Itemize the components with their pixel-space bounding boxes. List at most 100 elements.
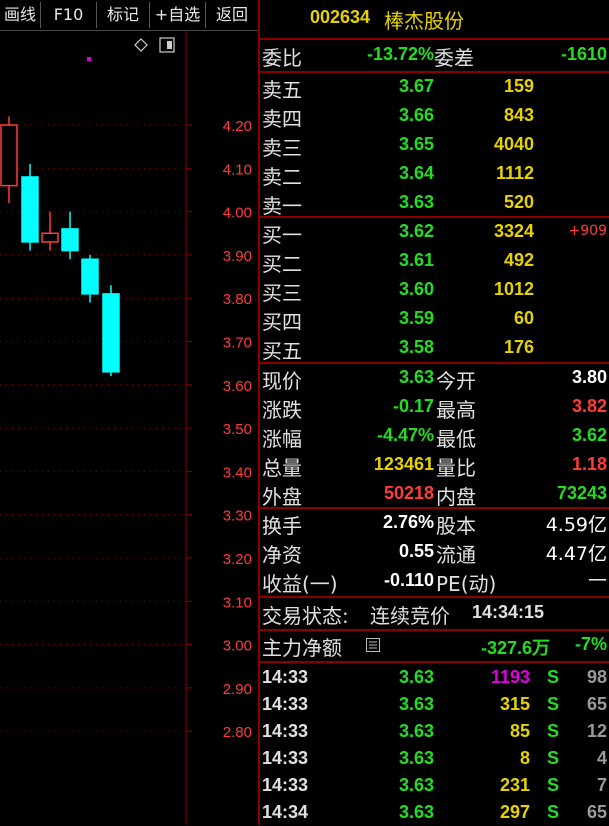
trading-status-value: 连续竞价: [370, 604, 450, 628]
bid-price: 3.62: [398, 221, 434, 241]
tick-price: 3.63: [398, 802, 434, 822]
divider: [260, 629, 609, 631]
divider: [260, 71, 609, 73]
bid-level-row[interactable]: 买一 3.62 3324 +909: [260, 219, 609, 247]
quote-row: 总量 123461 量比 1.18: [260, 452, 609, 480]
kline-svg: 4.20 4.10 4.00 3.90 3.80 3.70 3.60 3.50 3.40 3.30…: [0, 31, 252, 825]
divider: [260, 661, 609, 663]
price-tick-label: 4.00: [223, 205, 252, 222]
f10-button[interactable]: F10: [41, 2, 97, 28]
bid-volume: 60: [513, 308, 534, 328]
tick-side: S: [547, 694, 560, 714]
tick-side: S: [547, 775, 560, 795]
draw-line-button[interactable]: 画线: [0, 2, 41, 28]
bid-level-row[interactable]: 买三 3.60 1012: [260, 277, 609, 305]
price-tick-label: 3.30: [223, 508, 252, 525]
price-tick-label: 3.00: [223, 638, 252, 655]
fundamental-label: 净资: [262, 543, 302, 567]
candle-body[interactable]: [41, 232, 59, 243]
bid-volume: 176: [503, 337, 534, 357]
quote-value: 3.80: [571, 367, 607, 387]
fundamental-value: -0.110: [383, 570, 434, 590]
diamond-icon[interactable]: [134, 38, 148, 52]
candle-body[interactable]: [61, 228, 79, 252]
tick-volume: 1193: [490, 667, 530, 687]
main-flow-row: 主力净额 -327.6万 -7%: [260, 632, 609, 660]
order-diff-label: 委差: [434, 46, 474, 70]
tick-row: 14:33 3.63 231 S 7: [260, 773, 609, 799]
tick-count: 65: [586, 802, 607, 822]
fundamental-row: 净资 0.55 流通 4.47亿: [260, 539, 609, 567]
price-tick-label: 3.50: [223, 421, 252, 438]
divider: [260, 38, 609, 40]
mark-button[interactable]: 标记: [97, 2, 150, 28]
quote-value: 1.18: [571, 454, 607, 474]
quote-value: 123461: [373, 454, 434, 474]
bid-volume-change: +909: [568, 223, 607, 239]
quote-value: 3.63: [398, 367, 434, 387]
price-tick-label: 3.80: [223, 291, 252, 308]
ask-level-row[interactable]: 卖五 3.67 159: [260, 74, 609, 102]
price-tick-label: 4.20: [223, 118, 252, 135]
quote-label: 最高: [436, 398, 476, 422]
tick-volume: 231: [499, 775, 530, 795]
fundamental-label: PE(动): [436, 572, 497, 596]
quote-label: 涨跌: [262, 398, 302, 422]
stock-title: 002634 棒杰股份: [260, 5, 609, 35]
tick-time: 14:33: [262, 667, 309, 687]
price-tick-label: 2.90: [223, 681, 252, 698]
back-button[interactable]: 返回: [206, 2, 258, 28]
bid-level-label: 买四: [262, 310, 302, 334]
tick-count: 12: [586, 721, 607, 741]
quote-label: 现价: [262, 369, 302, 393]
tick-price: 3.63: [398, 721, 434, 741]
fundamental-value: 4.47亿: [545, 543, 607, 565]
tick-time: 14:33: [262, 721, 309, 741]
ask-level-row[interactable]: 卖四 3.66 843: [260, 103, 609, 131]
bid-level-row[interactable]: 买二 3.61 492: [260, 248, 609, 276]
ask-price: 3.64: [398, 163, 434, 183]
ask-volume: 4040: [493, 134, 534, 154]
add-watchlist-button[interactable]: +自选: [150, 2, 206, 28]
bid-volume: 492: [503, 250, 534, 270]
quote-label: 外盘: [262, 485, 302, 509]
fundamental-row: 换手 2.76% 股本 4.59亿: [260, 510, 609, 538]
ask-price: 3.66: [398, 105, 434, 125]
price-tick-label: 3.90: [223, 248, 252, 265]
candle-body[interactable]: [0, 124, 18, 187]
kline-chart[interactable]: 4.20 4.10 4.00 3.90 3.80 3.70 3.60 3.50 3.40 3.30…: [0, 31, 258, 825]
bid-level-row[interactable]: 买四 3.59 60: [260, 306, 609, 334]
bid-price: 3.60: [398, 279, 434, 299]
candle-body[interactable]: [21, 176, 39, 243]
candle-body[interactable]: [102, 293, 120, 373]
candle-body[interactable]: [81, 258, 99, 295]
divider: [260, 362, 609, 364]
ask-level-label: 卖二: [262, 165, 302, 189]
trading-status-time: 14:34:15: [472, 602, 545, 622]
bid-level-label: 买五: [262, 339, 302, 363]
bid-level-label: 买三: [262, 281, 302, 305]
tick-volume: 8: [519, 748, 530, 768]
list-icon[interactable]: [366, 638, 380, 652]
ask-level-label: 卖三: [262, 136, 302, 160]
order-ratio-label: 委比: [262, 46, 302, 70]
bid-level-row[interactable]: 买五 3.58 176: [260, 335, 609, 363]
ask-level-row[interactable]: 卖一 3.63 520: [260, 190, 609, 218]
bid-volume: 3324: [493, 221, 534, 241]
quote-value: -4.47%: [376, 425, 434, 445]
trading-status-label: 交易状态:: [262, 604, 349, 628]
ask-level-row[interactable]: 卖二 3.64 1112: [260, 161, 609, 189]
order-ratio-row: 委比 -13.72% 委差 -1610: [260, 42, 609, 70]
divider: [260, 596, 609, 598]
fundamental-value: 2.76%: [382, 512, 434, 532]
tick-side: S: [547, 721, 560, 741]
tick-price: 3.63: [398, 667, 434, 687]
price-tick-label: 3.60: [223, 378, 252, 395]
ask-level-row[interactable]: 卖三 3.65 4040: [260, 132, 609, 160]
fundamental-row: 收益(一) -0.110 PE(动) —: [260, 568, 609, 596]
tick-time: 14:34: [262, 802, 309, 822]
fundamental-label: 流通: [436, 543, 476, 567]
tick-row: 14:34 3.63 297 S 65: [260, 800, 609, 826]
quote-row: 涨跌 -0.17 最高 3.82: [260, 394, 609, 422]
tick-time: 14:33: [262, 748, 309, 768]
